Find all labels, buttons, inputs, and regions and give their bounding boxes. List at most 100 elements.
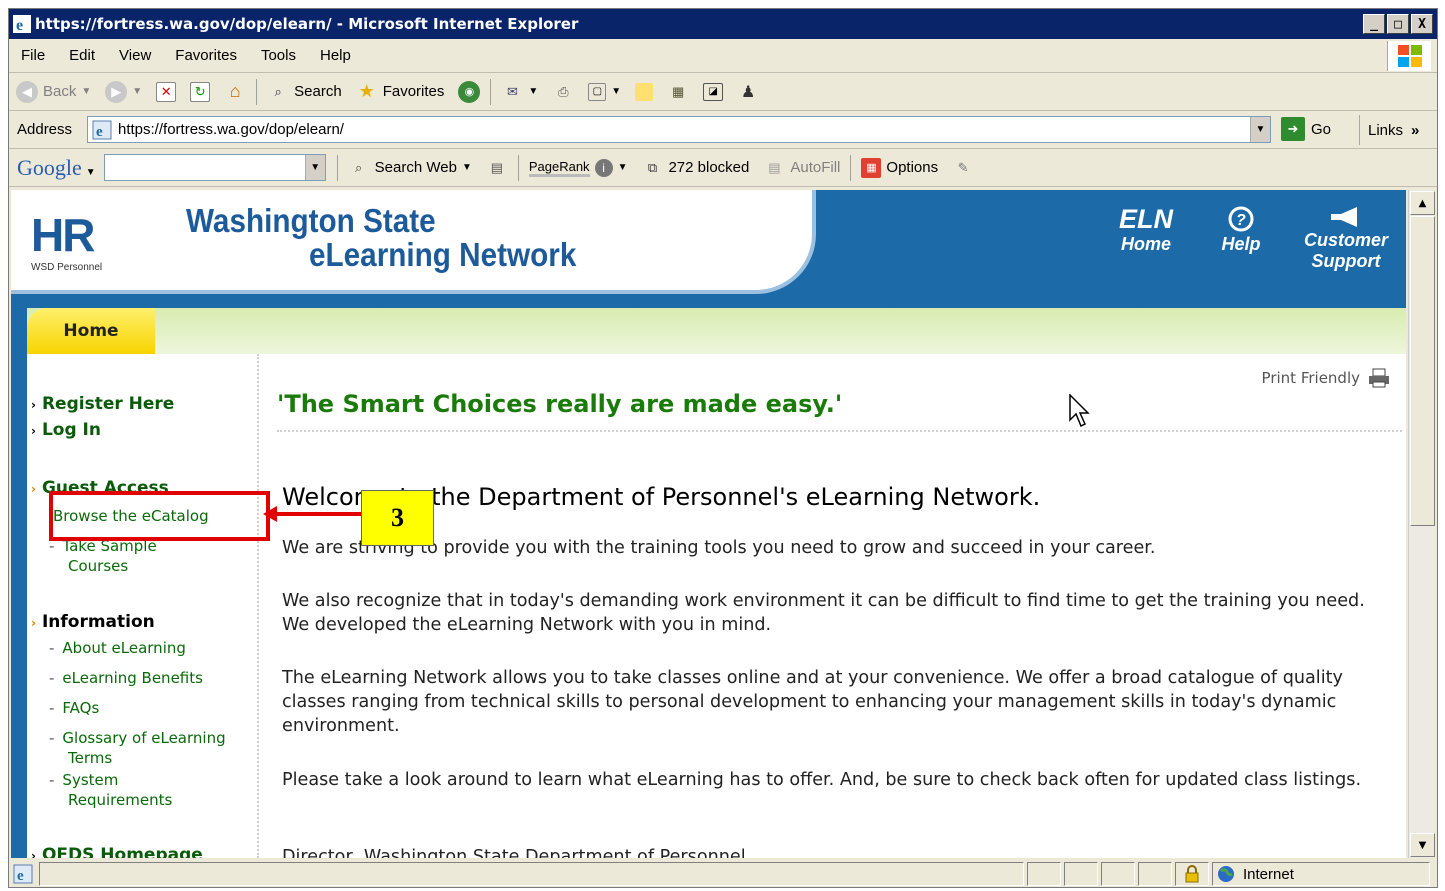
back-button[interactable]: ◀ Back ▼ <box>9 80 98 103</box>
print-friendly-link[interactable]: Print Friendly <box>1262 368 1390 388</box>
note-icon <box>635 82 654 101</box>
google-search-input[interactable]: ▼ <box>103 154 326 181</box>
forward-button[interactable]: ▶ ▼ <box>98 80 149 103</box>
messenger-window-button[interactable]: ◪ <box>696 82 730 101</box>
left-border <box>11 354 27 858</box>
callout-arrowhead <box>263 506 277 522</box>
site-title-line1: Washington State <box>186 202 436 239</box>
edit-button[interactable]: ▢ ▼ <box>581 82 628 101</box>
printer-icon <box>1369 368 1389 388</box>
minimize-button[interactable]: _ <box>1363 14 1385 34</box>
menu-file[interactable]: File <box>9 47 57 64</box>
hr-logo: HR <box>31 209 95 261</box>
callout-arrow-line <box>275 512 373 516</box>
intro-paragraph-3: The eLearning Network allows you to take… <box>282 668 1343 736</box>
toolbar-separator <box>336 154 338 181</box>
address-input[interactable]: e https://fortress.wa.gov/dop/elearn/ ▼ <box>87 116 1271 143</box>
search-icon: ⌕ <box>274 83 282 99</box>
scroll-down-button[interactable]: ▼ <box>1410 833 1435 857</box>
svg-text:?: ? <box>1236 212 1246 229</box>
discuss-button[interactable] <box>628 82 660 101</box>
mail-button[interactable]: ✉ ▼ <box>494 81 545 103</box>
google-dropdown-icon: ▼ <box>85 166 96 178</box>
lock-icon <box>1175 862 1209 886</box>
tab-home[interactable]: Home <box>27 308 155 354</box>
help-link[interactable]: ? Help <box>1211 204 1271 255</box>
highlight-box <box>49 491 270 541</box>
globe-icon <box>1218 866 1234 882</box>
popup-blocker-button[interactable]: ⧉ 272 blocked <box>634 157 756 179</box>
title-bar: e https://fortress.wa.gov/dop/elearn/ - … <box>9 9 1437 39</box>
vertical-scrollbar[interactable]: ▲ ▼ <box>1408 190 1435 858</box>
search-web-button[interactable]: ⌕ Search Web ▼ <box>341 157 479 179</box>
highlight-button[interactable]: ✎ <box>945 157 981 179</box>
home-button[interactable]: ⌂ <box>217 81 253 103</box>
page-icon: e <box>92 120 112 140</box>
sidebar-item-register[interactable]: › Register Here <box>31 394 174 414</box>
sidebar-item-glossary[interactable]: - Glossary of eLearning Terms <box>49 728 226 768</box>
sidebar-item-sample-courses[interactable]: - Take Sample Courses <box>49 536 157 576</box>
arrow-right-icon: › <box>31 424 36 438</box>
news-button[interactable]: ▤ <box>479 157 515 179</box>
google-toolbar: Google ▼ ▼ ⌕ Search Web ▼ ▤ PageRank i ▼ … <box>9 149 1437 187</box>
window-title: https://fortress.wa.gov/dop/elearn/ - Mi… <box>35 15 579 33</box>
options-icon: ▦ <box>861 157 882 178</box>
maximize-button[interactable]: □ <box>1387 14 1409 34</box>
sidebar-item-faqs[interactable]: - FAQs <box>49 698 99 718</box>
hr-logo-subtitle: WSD Personnel <box>31 262 103 273</box>
tab-strip <box>27 308 1406 354</box>
refresh-button[interactable]: ↻ <box>183 81 217 102</box>
star-icon: ★ <box>358 81 375 101</box>
arrow-right-icon: › <box>31 398 36 412</box>
stop-button[interactable]: ✕ <box>149 81 183 102</box>
main-content: Print Friendly 'The Smart Choices really… <box>277 354 1406 858</box>
close-button[interactable]: X <box>1411 14 1433 34</box>
home-icon: ⌂ <box>229 81 241 101</box>
research-button[interactable]: ▦ <box>660 81 696 103</box>
arrow-right-icon: › <box>31 616 36 630</box>
scroll-thumb[interactable] <box>1410 216 1435 526</box>
window-icon: ◪ <box>703 82 724 101</box>
intro-paragraph-2: We also recognize that in today's demand… <box>282 591 1365 635</box>
security-zone: Internet <box>1212 862 1430 886</box>
status-pane <box>1138 862 1172 886</box>
edit-page-icon: ▢ <box>588 82 607 101</box>
director-signature: Director, Washington State Department of… <box>282 847 746 858</box>
address-dropdown-button[interactable]: ▼ <box>1250 117 1270 142</box>
sidebar-item-benefits[interactable]: - eLearning Benefits <box>49 668 203 688</box>
address-label: Address <box>17 121 73 138</box>
links-button[interactable]: Links » <box>1359 115 1419 145</box>
eln-home-link[interactable]: ELN Home <box>1111 204 1181 255</box>
google-logo[interactable]: Google ▼ <box>9 155 104 181</box>
sidebar-item-system-requirements[interactable]: - System Requirements <box>49 770 172 810</box>
scroll-up-button[interactable]: ▲ <box>1410 191 1435 215</box>
media-button[interactable]: ◉ <box>451 80 487 103</box>
menu-edit[interactable]: Edit <box>57 47 107 64</box>
svg-text:e: e <box>16 17 23 33</box>
menu-favorites[interactable]: Favorites <box>163 47 249 64</box>
google-search-dropdown[interactable]: ▼ <box>304 155 325 180</box>
pagerank-dropdown-icon: ▼ <box>617 162 628 173</box>
autofill-button[interactable]: ▤ AutoFill <box>756 157 847 179</box>
menu-tools[interactable]: Tools <box>249 47 308 64</box>
site-banner: HR WSD Personnel Washington State eLearn… <box>11 190 1406 300</box>
page-viewport: HR WSD Personnel Washington State eLearn… <box>11 190 1406 858</box>
favorites-button[interactable]: ★ Favorites <box>349 81 452 103</box>
sidebar-item-ofds-homepage[interactable]: › OFDS Homepage <box>31 845 203 858</box>
step-callout: 3 <box>361 490 434 546</box>
customer-support-link[interactable]: Customer Support <box>1291 204 1401 272</box>
pagerank-button[interactable]: PageRank i ▼ <box>522 158 635 177</box>
options-button[interactable]: ▦ Options <box>854 157 945 178</box>
mail-icon: ✉ <box>506 83 518 99</box>
print-button[interactable]: ⎙ <box>545 81 581 103</box>
pencil-icon: ✎ <box>957 159 969 175</box>
svg-text:e: e <box>96 124 103 140</box>
go-button[interactable]: ➜ Go <box>1281 117 1331 141</box>
sidebar-item-login[interactable]: › Log In <box>31 420 101 440</box>
menu-help[interactable]: Help <box>308 47 363 64</box>
toolbar-separator <box>850 154 852 181</box>
sidebar-item-about[interactable]: - About eLearning <box>49 638 186 658</box>
messenger-button[interactable]: ♟ <box>730 81 766 103</box>
menu-view[interactable]: View <box>107 47 163 64</box>
search-button[interactable]: ⌕ Search <box>260 81 349 103</box>
